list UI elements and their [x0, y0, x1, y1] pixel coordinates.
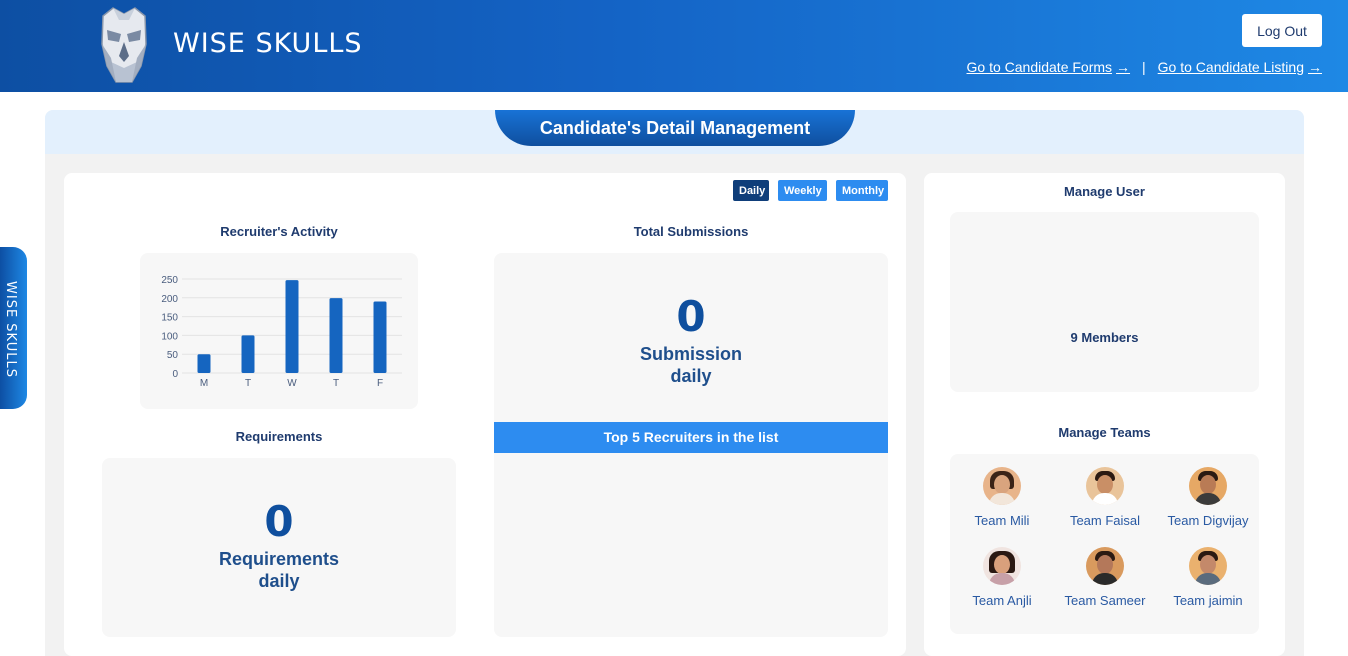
filter-daily-button[interactable]: Daily — [733, 180, 769, 201]
skull-logo-icon — [101, 7, 147, 83]
avatar-icon — [1189, 547, 1227, 585]
avatar-icon — [1189, 467, 1227, 505]
bar — [241, 335, 255, 373]
submissions-count: 0 — [676, 292, 706, 341]
bar — [329, 298, 343, 373]
panel-title: Candidate's Detail Management — [495, 110, 855, 146]
x-tick-label: T — [245, 378, 251, 389]
candidate-listing-link[interactable]: Go to Candidate Listing → — [1158, 59, 1322, 75]
team-name: Team Faisal — [1069, 513, 1141, 528]
team-name: Team Mili — [974, 513, 1030, 528]
top-header: WISE SKULLS Log Out Go to Candidate Form… — [0, 0, 1348, 92]
y-tick-label: 200 — [161, 294, 178, 305]
arrow-right-icon: → — [1116, 59, 1131, 75]
y-tick-label: 0 — [172, 369, 178, 380]
y-tick-label: 250 — [161, 275, 178, 286]
recruiters-activity-title: Recruiter's Activity — [220, 224, 338, 239]
x-tick-label: W — [287, 378, 297, 389]
manage-user-title: Manage User — [1064, 184, 1145, 199]
submissions-caption-2: daily — [670, 366, 712, 386]
avatar-icon — [983, 467, 1021, 505]
bar — [373, 301, 387, 373]
team-card-anjli[interactable]: Team Anjli — [952, 547, 1052, 608]
requirements-title: Requirements — [235, 429, 323, 444]
team-name: Team jaimin — [1173, 593, 1243, 608]
manage-teams-title: Manage Teams — [1058, 425, 1151, 440]
filter-monthly-button[interactable]: Monthly — [836, 180, 888, 201]
submissions-caption-1: Submission — [639, 344, 742, 364]
team-name: Team Sameer — [1064, 593, 1146, 608]
team-name: Team Digvijay — [1167, 513, 1249, 528]
y-tick-label: 150 — [161, 313, 178, 324]
requirements-caption-2: daily — [258, 571, 300, 591]
nav-separator: | — [1142, 59, 1146, 75]
team-card-mili[interactable]: Team Mili — [952, 467, 1052, 528]
team-name: Team Anjli — [972, 593, 1032, 608]
avatar-icon — [983, 547, 1021, 585]
team-card-digvijay[interactable]: Team Digvijay — [1158, 467, 1258, 528]
x-tick-label: M — [200, 378, 208, 389]
x-tick-label: F — [377, 378, 383, 389]
team-card-sameer[interactable]: Team Sameer — [1055, 547, 1155, 608]
arrow-right-icon: → — [1308, 59, 1322, 75]
bar-chart: 0 50 100 150 200 250 M T W T F — [161, 275, 402, 389]
side-drawer-tab[interactable]: WISE SKULLS — [0, 247, 27, 409]
bar — [285, 280, 299, 373]
candidate-listing-label: Go to Candidate Listing — [1157, 59, 1304, 75]
team-card-jaimin[interactable]: Team jaimin — [1158, 547, 1258, 608]
brand-name: WISE SKULLS — [173, 28, 363, 59]
logout-button[interactable]: Log Out — [1242, 14, 1322, 47]
team-card-faisal[interactable]: Team Faisal — [1055, 467, 1155, 528]
candidate-forms-link[interactable]: Go to Candidate Forms → — [967, 59, 1131, 75]
avatar-icon — [1086, 467, 1124, 505]
top-recruiters-header: Top 5 Recruiters in the list — [494, 422, 888, 453]
header-nav: Go to Candidate Forms → | Go to Candidat… — [967, 59, 1322, 75]
manage-user-box[interactable] — [950, 212, 1259, 392]
side-tab-label: WISE SKULLS — [3, 281, 18, 378]
requirements-caption-1: Requirements — [218, 549, 340, 569]
y-tick-label: 100 — [161, 331, 178, 342]
filter-weekly-button[interactable]: Weekly — [778, 180, 827, 201]
y-tick-label: 50 — [167, 350, 179, 361]
bar — [197, 354, 211, 373]
members-count: 9 Members — [1070, 330, 1139, 345]
candidate-forms-label: Go to Candidate Forms — [966, 59, 1113, 75]
recruiters-activity-chart: 0 50 100 150 200 250 M T W T F — [140, 253, 418, 409]
x-tick-label: T — [333, 378, 339, 389]
total-submissions-title: Total Submissions — [633, 224, 749, 239]
avatar-icon — [1086, 547, 1124, 585]
requirements-count: 0 — [264, 497, 294, 546]
